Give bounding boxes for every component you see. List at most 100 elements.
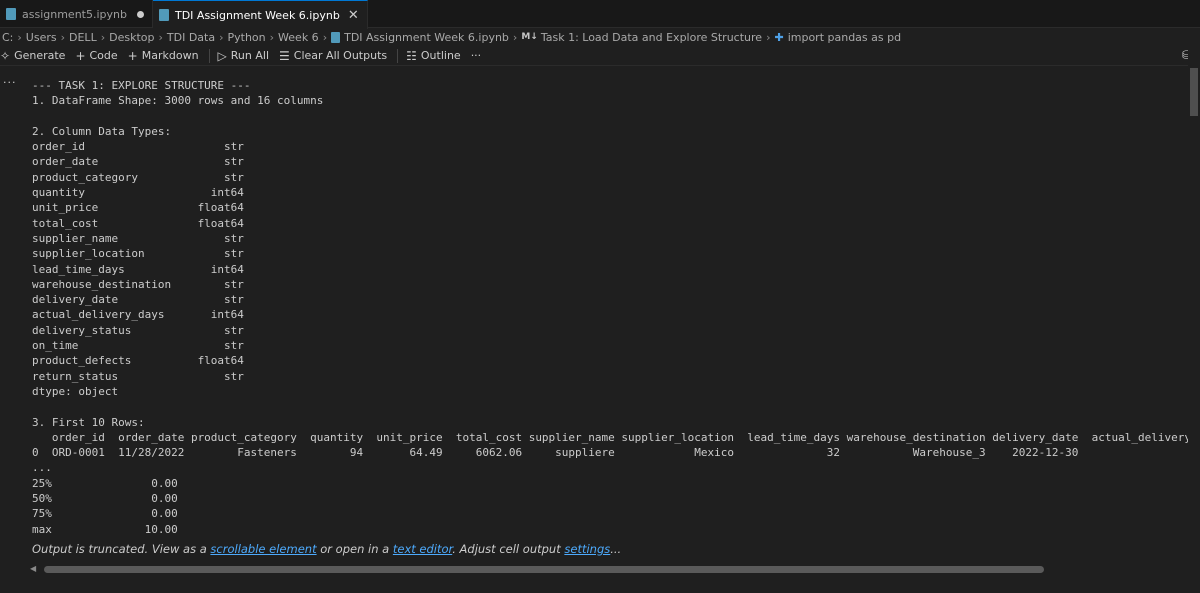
breadcrumb-cell[interactable]: import pandas as pd [788,31,901,44]
output-actions-icon[interactable]: ··· [3,76,17,89]
output-line: dtype: object [32,384,119,398]
markdown-icon: M↓ [521,32,538,42]
scrollable-element-link[interactable]: scrollable element [210,542,316,556]
horizontal-scroll-thumb[interactable] [44,566,1044,573]
chevron-right-icon: › [322,30,328,44]
output-line: order_id str [32,140,244,154]
more-actions-button[interactable]: ··· [471,49,482,62]
vertical-scroll-thumb[interactable] [1190,68,1198,116]
output-line: return_status str [32,369,244,383]
output-line: order_date str [32,155,244,169]
toolbar-divider [208,48,210,63]
run-all-label: Run All [230,49,270,62]
text-editor-link[interactable]: text editor [393,542,452,556]
tab-label: TDI Assignment Week 6.ipynb [174,8,340,22]
breadcrumb-item[interactable]: C: [2,31,13,44]
horizontal-scrollbar[interactable]: ◀ [30,563,1180,575]
list-icon: ☷ [406,48,417,63]
output-line: 2. Column Data Types: [32,124,172,138]
chevron-right-icon: › [766,30,771,44]
output-line: 25% 0.00 [32,476,178,490]
breadcrumb-item[interactable]: Desktop [109,31,154,44]
cell-output: ··· --- TASK 1: EXPLORE STRUCTURE --- 1. … [0,70,1188,570]
breadcrumb-item[interactable]: Users [26,31,57,44]
chevron-right-icon: › [219,30,224,44]
clear-outputs-label: Clear All Outputs [293,49,388,62]
plus-icon: + [127,48,138,63]
clear-all-icon: ☰ [279,48,290,63]
breadcrumb-item[interactable]: DELL [69,31,97,44]
breadcrumb-section[interactable]: Task 1: Load Data and Explore Structure [541,31,762,44]
truncation-text: or open in a [316,542,393,556]
output-line: --- TASK 1: EXPLORE STRUCTURE --- [32,79,251,92]
output-line: warehouse_destination str [32,277,244,291]
settings-link[interactable]: settings [564,542,610,556]
toolbar-divider [397,48,399,63]
notebook-file-icon [158,9,169,21]
output-line: 1. DataFrame Shape: 3000 rows and 16 col… [32,94,324,108]
scroll-left-icon[interactable]: ◀ [30,564,36,573]
output-line: quantity int64 [32,186,244,200]
sparkle-icon: ✧ [0,48,11,63]
outline-button[interactable]: ☷ Outline [406,49,461,63]
truncation-text: ... [610,542,622,556]
breadcrumb-item[interactable]: TDI Data [167,31,215,44]
output-line: delivery_date str [32,293,244,307]
output-text: --- TASK 1: EXPLORE STRUCTURE --- 1. Data… [32,78,1188,537]
chevron-right-icon: › [158,30,163,44]
breadcrumb-item[interactable]: Python [228,31,266,44]
output-line: 75% 0.00 [32,507,178,521]
truncation-notice: Output is truncated. View as a scrollabl… [32,542,621,556]
tab-assignment5[interactable]: assignment5.ipynb [0,0,153,28]
close-icon[interactable]: ✕ [348,8,359,23]
breadcrumb: C: › Users › DELL › Desktop › TDI Data › Pyth… [0,28,1200,46]
output-line: order_id order_date product_category qua… [32,430,1188,444]
output-line: supplier_location str [32,247,244,261]
truncation-text: . Adjust cell output [452,542,565,556]
editor-tab-bar: assignment5.ipynb TDI Assignment Week 6.… [0,0,1200,29]
breadcrumb-item[interactable]: Week 6 [278,31,319,44]
chevron-right-icon: › [17,30,22,44]
output-line: 50% 0.00 [32,492,178,506]
chevron-right-icon: › [60,30,66,44]
generate-button[interactable]: ✧ Generate [0,49,65,63]
tab-label: assignment5.ipynb [22,7,127,21]
plus-icon: + [75,48,86,63]
play-icon: ▷ [217,48,227,63]
notebook-file-icon [6,8,16,20]
more-icon: ··· [470,49,482,62]
vertical-scrollbar[interactable] [1188,46,1200,593]
notebook-file-icon [331,31,341,43]
unsaved-dot-icon[interactable] [136,10,144,18]
add-markdown-button[interactable]: + Markdown [128,49,199,63]
chevron-right-icon: › [269,30,275,44]
output-line: ... [32,461,52,475]
output-line: actual_delivery_days int64 [32,308,244,322]
notebook-toolbar: ✧ Generate + Code + Markdown ▷ Run All ☰… [0,46,1200,66]
generate-label: Generate [14,49,66,62]
output-line: product_defects float64 [32,354,244,368]
output-line: lead_time_days int64 [32,262,244,276]
output-line: supplier_name str [32,231,244,245]
add-code-button[interactable]: + Code [75,49,117,63]
truncation-text: Output is truncated. View as a [32,542,211,556]
output-line: total_cost float64 [32,216,244,230]
run-all-button[interactable]: ▷ Run All [218,49,269,63]
markdown-label: Markdown [141,49,199,62]
chevron-right-icon: › [100,30,106,44]
output-line: 0 ORD-0001 11/28/2022 Fasteners 94 64.49… [32,446,1188,460]
chevron-right-icon: › [512,30,518,44]
output-line: on_time str [32,339,244,353]
breadcrumb-file[interactable]: TDI Assignment Week 6.ipynb [344,31,509,44]
clear-all-outputs-button[interactable]: ☰ Clear All Outputs [279,49,387,63]
tab-tdi-assignment-week-6[interactable]: TDI Assignment Week 6.ipynb ✕ [152,0,368,29]
output-line: product_category str [32,170,244,184]
output-line: 3. First 10 Rows: [32,415,145,429]
output-line: delivery_status str [32,323,244,337]
python-cell-icon: ✚ [774,30,784,44]
output-line: max 10.00 [32,522,178,536]
outline-label: Outline [420,49,461,62]
code-label: Code [89,49,118,62]
